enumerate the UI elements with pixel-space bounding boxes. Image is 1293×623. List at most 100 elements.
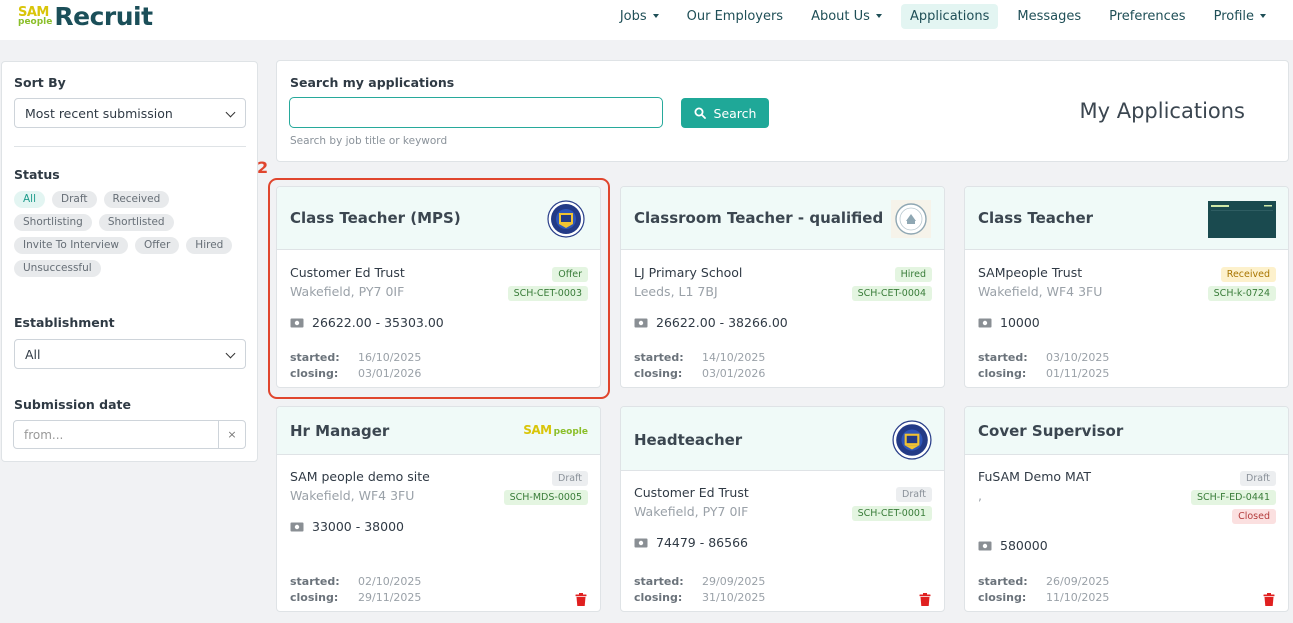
card-organisation: LJ Primary School <box>634 265 743 280</box>
card-title[interactable]: Class Teacher <box>978 209 1093 227</box>
delete-application-button[interactable] <box>1263 591 1275 610</box>
started-label: started: <box>290 574 340 588</box>
nav-jobs-label: Jobs <box>619 8 647 24</box>
started-date: 14/10/2025 <box>702 350 766 364</box>
reference-badge: SCH-k-0724 <box>1207 286 1276 301</box>
money-icon <box>634 318 648 327</box>
application-card[interactable]: Headteacher Customer Ed Trust Wakefield,… <box>620 406 945 612</box>
card-title[interactable]: Cover Supervisor <box>978 422 1123 440</box>
money-icon <box>978 318 992 327</box>
card-dates: started: 26/09/2025 closing: 11/10/2025 <box>978 573 1109 605</box>
closing-label: closing: <box>978 366 1027 380</box>
reference-badge: SCH-F-ED-0441 <box>1190 490 1276 505</box>
nav-applications-label: Applications <box>909 8 990 24</box>
nav-preferences[interactable]: Preferences <box>1100 4 1194 29</box>
nav-applications[interactable]: Applications <box>900 3 999 29</box>
main-nav: Jobs Our Employers About Us Applications… <box>601 2 1275 30</box>
money-icon <box>978 541 992 550</box>
started-label: started: <box>634 350 684 364</box>
card-salary-value: 26622.00 - 38266.00 <box>656 315 788 330</box>
closing-label: closing: <box>290 590 339 604</box>
status-chip-shortlisted[interactable]: Shortlisted <box>98 214 174 231</box>
card-title[interactable]: Hr Manager <box>290 422 389 440</box>
filter-sidebar: Sort By Most recent submission Status Al… <box>1 61 258 462</box>
trash-icon <box>1263 593 1275 606</box>
annotation-number: 2 <box>257 158 269 177</box>
status-chip-all[interactable]: All <box>14 191 46 208</box>
submission-date-input[interactable] <box>14 421 219 448</box>
site-logo[interactable]: SAM people Recruit <box>18 0 153 32</box>
delete-application-button[interactable] <box>575 591 587 610</box>
status-badge: Draft <box>552 471 588 486</box>
closing-date: 11/10/2025 <box>1046 590 1110 604</box>
status-filter-chips: All Draft Received Shortlisting Shortlis… <box>14 191 254 283</box>
search-help-text: Search by job title or keyword <box>290 135 448 147</box>
nav-jobs[interactable]: Jobs <box>611 4 668 29</box>
card-dates: started: 14/10/2025 closing: 03/01/2026 <box>634 349 765 381</box>
search-input[interactable] <box>289 97 663 128</box>
nav-about-us[interactable]: About Us <box>802 4 891 29</box>
primary-school-logo <box>891 200 931 238</box>
application-card[interactable]: Cover Supervisor FuSAM Demo MAT , Draft … <box>964 406 1289 612</box>
delete-application-button[interactable] <box>919 591 931 610</box>
nav-messages[interactable]: Messages <box>1008 4 1090 29</box>
nav-profile-label: Profile <box>1213 8 1254 24</box>
closing-label: closing: <box>978 590 1027 604</box>
status-label: Status <box>14 167 60 182</box>
status-chip-invite-to-interview[interactable]: Invite To Interview <box>14 237 129 254</box>
closing-date: 03/01/2026 <box>702 366 766 380</box>
closed-badge: Closed <box>1232 509 1276 524</box>
status-chip-received[interactable]: Received <box>103 191 170 208</box>
trash-icon <box>575 593 587 606</box>
nav-messages-label: Messages <box>1017 8 1082 24</box>
closing-label: closing: <box>634 590 683 604</box>
reference-badge: SCH-MDS-0005 <box>503 490 588 505</box>
card-salary-value: 74479 - 86566 <box>656 535 748 550</box>
sam-people-logo: SAM people <box>18 6 52 27</box>
annotation-highlight-box <box>268 178 610 399</box>
top-navbar: SAM people Recruit Jobs Our Employers Ab… <box>0 0 1293 40</box>
status-chip-unsuccessful[interactable]: Unsuccessful <box>14 260 101 277</box>
started-label: started: <box>634 574 684 588</box>
status-badge: Draft <box>1240 471 1276 486</box>
money-icon <box>634 538 648 547</box>
started-date: 26/09/2025 <box>1046 574 1110 588</box>
sort-by-select[interactable]: Most recent submission <box>14 98 246 128</box>
establishment-value: All <box>25 347 41 362</box>
school-crest-logo <box>892 420 932 464</box>
card-location: Wakefield, PY7 0IF <box>634 504 749 519</box>
application-card[interactable]: Classroom Teacher - qualified LJ Primary… <box>620 186 945 388</box>
reference-badge: SCH-CET-0001 <box>851 506 932 521</box>
submission-date-label: Submission date <box>14 397 131 412</box>
status-chip-offer[interactable]: Offer <box>135 237 180 254</box>
card-location: Wakefield, WF4 3FU <box>290 488 415 503</box>
establishment-select[interactable]: All <box>14 339 246 369</box>
nav-our-employers[interactable]: Our Employers <box>678 4 792 29</box>
chevron-down-icon <box>225 107 236 118</box>
card-salary: 74479 - 86566 <box>634 535 748 550</box>
card-title[interactable]: Classroom Teacher - qualified <box>634 209 883 227</box>
card-salary-value: 580000 <box>1000 538 1048 553</box>
application-card[interactable]: Hr Manager SAM people SAM people demo si… <box>276 406 601 612</box>
nav-profile[interactable]: Profile <box>1205 4 1275 29</box>
card-header: Headteacher <box>621 407 944 471</box>
status-badge: Hired <box>894 267 932 282</box>
card-header: Class Teacher <box>965 187 1288 250</box>
nav-about-us-label: About Us <box>811 8 870 24</box>
clear-date-button[interactable]: × <box>218 421 245 448</box>
status-chip-hired[interactable]: Hired <box>186 237 233 254</box>
close-icon: × <box>227 428 237 441</box>
card-dates: started: 03/10/2025 closing: 01/11/2025 <box>978 349 1109 381</box>
application-card[interactable]: Class Teacher SAMpeople Trust Wakefield,… <box>964 186 1289 388</box>
status-chip-shortlisting[interactable]: Shortlisting <box>14 214 92 231</box>
search-button[interactable]: Search <box>681 98 769 128</box>
card-organisation: SAMpeople Trust <box>978 265 1083 280</box>
started-date: 03/10/2025 <box>1046 350 1110 364</box>
card-organisation: FuSAM Demo MAT <box>978 469 1092 484</box>
status-badge: Draft <box>896 487 932 502</box>
chevron-down-icon <box>225 348 236 359</box>
status-chip-draft[interactable]: Draft <box>52 191 97 208</box>
sam-people-logo: SAM people <box>523 423 588 437</box>
nav-our-employers-label: Our Employers <box>686 8 784 24</box>
card-title[interactable]: Headteacher <box>634 431 742 449</box>
